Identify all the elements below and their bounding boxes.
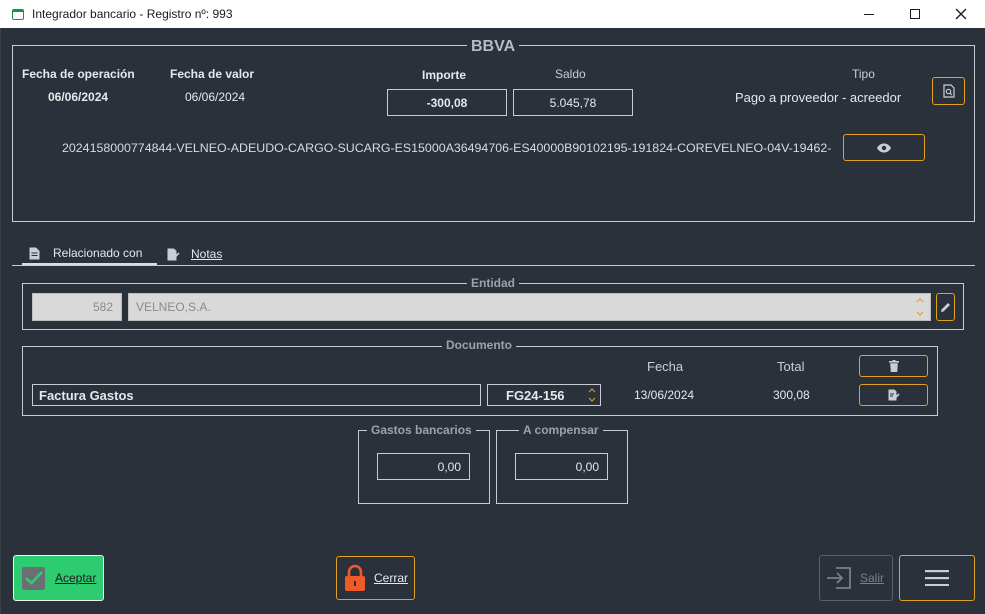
minimize-button[interactable]	[846, 0, 892, 28]
importe-label: Importe	[422, 68, 467, 82]
hamburger-menu-icon	[925, 570, 949, 586]
numero-spinner-icon[interactable]	[588, 386, 596, 404]
fecha-operacion-value: 06/06/2024	[48, 90, 109, 104]
view-concepto-button[interactable]	[843, 134, 925, 161]
minimize-icon	[864, 13, 874, 15]
documento-legend: Documento	[442, 338, 516, 352]
tab-divider	[12, 265, 975, 266]
title-bar: Integrador bancario - Registro nº: 993	[0, 0, 985, 28]
menu-button[interactable]	[899, 555, 975, 601]
edit-document-icon	[888, 389, 900, 401]
fecha-valor-label: Fecha de valor	[170, 67, 255, 81]
document-search-icon	[942, 84, 955, 98]
bank-group	[12, 45, 975, 222]
gastos-field[interactable]: 0,00	[377, 453, 470, 480]
cerrar-label: Cerrar	[374, 571, 409, 585]
entidad-code-field[interactable]: 582	[32, 293, 122, 321]
check-icon	[22, 566, 45, 590]
lock-icon	[345, 564, 365, 591]
compensar-legend: A compensar	[519, 423, 603, 437]
aceptar-button[interactable]: Aceptar	[13, 555, 104, 601]
entidad-legend: Entidad	[467, 276, 519, 290]
documento-fecha-value: 13/06/2024	[634, 388, 695, 402]
documento-numero-value: FG24-156	[506, 387, 565, 403]
main-panel: BBVA Fecha de operación 06/06/2024 Fecha…	[0, 28, 985, 614]
documento-numero-field[interactable]: FG24-156	[487, 384, 601, 406]
saldo-label: Saldo	[555, 67, 586, 81]
app-icon	[12, 8, 24, 20]
compensar-field[interactable]: 0,00	[515, 453, 608, 480]
cerrar-button[interactable]: Cerrar	[336, 556, 415, 600]
salir-button[interactable]: Salir	[819, 555, 893, 601]
tipo-value: Pago a proveedor - acreedor	[735, 90, 902, 105]
documento-fecha-label: Fecha	[647, 359, 684, 374]
spinner-arrows-icon[interactable]	[916, 296, 924, 318]
window-title: Integrador bancario - Registro nº: 993	[32, 7, 233, 21]
fecha-operacion-label: Fecha de operación	[22, 67, 135, 81]
saldo-field: 5.045,78	[513, 89, 633, 116]
gastos-legend: Gastos bancarios	[367, 423, 476, 437]
exit-icon	[827, 567, 851, 589]
entidad-name-field[interactable]: VELNEO,S.A.	[128, 293, 931, 321]
tab-relacionado[interactable]: Relacionado con	[23, 243, 142, 263]
trash-icon	[888, 360, 899, 372]
edit-entidad-button[interactable]	[936, 293, 955, 321]
pencil-icon	[941, 302, 950, 312]
tipo-search-button[interactable]	[932, 77, 965, 105]
document-icon	[29, 247, 40, 259]
close-icon	[955, 8, 967, 20]
close-button[interactable]	[938, 0, 984, 28]
salir-label: Salir	[860, 571, 885, 585]
tab-relacionado-label: Relacionado con	[53, 246, 143, 260]
bank-name: BBVA	[467, 38, 520, 56]
eye-icon	[877, 143, 891, 152]
maximize-icon	[910, 9, 920, 19]
edit-documento-button[interactable]	[859, 384, 928, 406]
tab-notas-label: Notas	[191, 247, 223, 261]
importe-field: -300,08	[387, 89, 507, 116]
documento-total-label: Total	[777, 359, 805, 374]
delete-documento-button[interactable]	[859, 355, 928, 377]
notes-icon	[167, 248, 180, 260]
fecha-valor-value: 06/06/2024	[185, 90, 246, 104]
documento-total-value: 300,08	[773, 388, 810, 402]
tab-notas[interactable]: Notas	[167, 244, 222, 264]
concepto-text: 2024158000774844-VELNEO-ADEUDO-CARGO-SUC…	[62, 141, 832, 155]
aceptar-label: Aceptar	[55, 571, 97, 585]
documento-tipo-field[interactable]: Factura Gastos	[32, 384, 481, 406]
entidad-name-value: VELNEO,S.A.	[136, 300, 211, 314]
maximize-button[interactable]	[892, 0, 938, 28]
tipo-label: Tipo	[852, 67, 875, 81]
